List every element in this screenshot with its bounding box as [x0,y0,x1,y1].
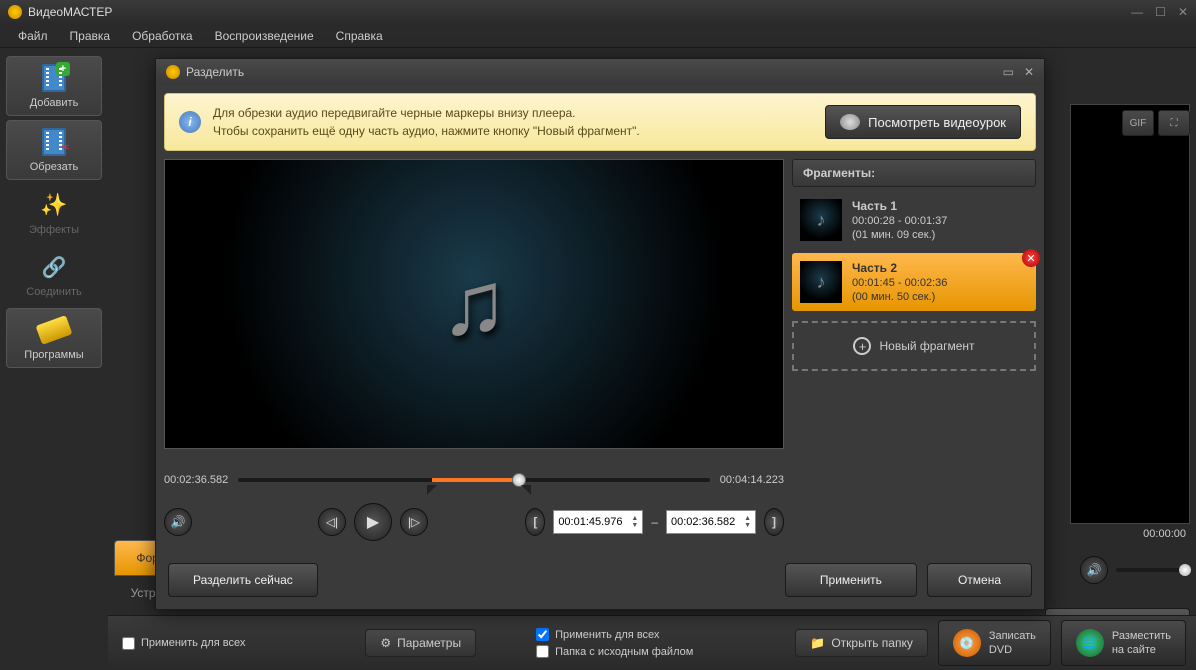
close-button[interactable]: ✕ [1178,5,1188,19]
fragment-item[interactable]: ♪ Часть 1 00:00:28 - 00:01:37 (01 мин. 0… [792,191,1036,249]
minimize-button[interactable]: — [1131,5,1143,19]
sidebar-cut-button[interactable]: ✂ Обрезать [6,120,102,180]
apply-all-left-label: Применить для всех [141,637,245,649]
menu-playback[interactable]: Воспроизведение [205,26,324,46]
sidebar-programs-button[interactable]: Программы [6,308,102,368]
music-note-icon: ♫ [440,253,508,356]
dvd-icon: 💿 [953,629,981,657]
sidebar-add-button[interactable]: + Добавить [6,56,102,116]
banner-line-2: Чтобы сохранить ещё одну часть аудио, на… [213,122,813,140]
fragment-duration: (00 мин. 50 сек.) [852,291,947,303]
film-add-icon: + [42,64,66,92]
cancel-button[interactable]: Отмена [927,563,1032,597]
film-cut-icon: ✂ [42,128,66,156]
fragments-header: Фрагменты: [792,159,1036,187]
apply-all-left-checkbox[interactable] [122,637,135,650]
sidebar-join-button[interactable]: 🔗 Соединить [6,246,102,304]
burn-dvd-button[interactable]: 💿 ЗаписатьDVD [938,620,1051,667]
timeline-marker-start[interactable] [427,485,437,495]
params-button[interactable]: ⚙ Параметры [365,629,476,657]
source-folder-label: Папка с исходным файлом [555,646,693,658]
dialog-titlebar: Разделить ▭ ✕ [156,59,1044,85]
range-dash: – [651,515,658,529]
app-title: ВидеоМАСТЕР [28,5,1131,19]
key-icon [36,315,73,345]
maximize-button[interactable]: ☐ [1155,5,1166,19]
fragment-thumb: ♪ [800,261,842,303]
new-fragment-button[interactable]: + Новый фрагмент [792,321,1036,371]
bracket-end-button[interactable]: ] [764,508,784,536]
timeline-end-time: 00:04:14.223 [720,474,784,486]
bracket-start-button[interactable]: [ [525,508,545,536]
fragment-range: 00:01:45 - 00:02:36 [852,277,947,289]
bottom-bar: Применить для всех ⚙ Параметры Применить… [108,615,1196,670]
apply-all-right-label: Применить для всех [555,629,659,641]
left-sidebar: + Добавить ✂ Обрезать ✨ Эффекты 🔗 Соедин… [0,48,108,670]
split-now-button[interactable]: Разделить сейчас [168,563,318,597]
sidebar-effects-button[interactable]: ✨ Эффекты [6,184,102,242]
fullscreen-button[interactable]: ⛶ [1158,110,1190,136]
preview-time: 00:00:00 [1143,528,1186,540]
fragment-delete-button[interactable]: ✕ [1022,249,1040,267]
sidebar-effects-label: Эффекты [29,224,79,236]
globe-icon: 🌐 [1076,629,1104,657]
timeline-playhead[interactable] [512,473,526,487]
apply-button[interactable]: Применить [785,563,917,597]
spinner-icon[interactable]: ▲▼ [631,515,638,529]
fragment-title: Часть 2 [852,261,947,275]
open-folder-button[interactable]: 📁 Открыть папку [795,629,927,657]
info-icon: i [179,111,201,133]
source-folder-checkbox[interactable] [536,645,549,658]
menu-edit[interactable]: Правка [60,26,121,46]
publish-button[interactable]: 🌐 Разместитьна сайте [1061,620,1186,667]
next-frame-button[interactable]: |▷ [400,508,428,536]
play-button[interactable]: ▶ [354,503,392,541]
range-from-input[interactable]: 00:01:45.976 ▲▼ [553,510,643,534]
fragment-item[interactable]: ♪ Часть 2 00:01:45 - 00:02:36 (00 мин. 5… [792,253,1036,311]
app-icon [8,5,22,19]
player-viewport: ♫ [164,159,784,449]
spinner-icon[interactable]: ▲▼ [744,515,751,529]
volume-slider[interactable] [1116,568,1186,572]
webcam-icon [840,114,860,130]
menu-file[interactable]: Файл [8,26,58,46]
sidebar-programs-label: Программы [24,349,83,361]
dialog-close-button[interactable]: ✕ [1024,65,1034,79]
apply-all-right-checkbox[interactable] [536,628,549,641]
menu-process[interactable]: Обработка [122,26,203,46]
effects-icon: ✨ [36,190,72,220]
prev-frame-button[interactable]: ◁| [318,508,346,536]
join-icon: 🔗 [36,252,72,282]
fragment-range: 00:00:28 - 00:01:37 [852,215,947,227]
plus-icon: + [853,337,871,355]
timeline-slider[interactable] [238,473,710,487]
sidebar-cut-label: Обрезать [30,161,79,173]
dialog-title: Разделить [186,65,997,79]
tutorial-button[interactable]: Посмотреть видеоурок [825,105,1021,139]
titlebar: ВидеоМАСТЕР — ☐ ✕ [0,0,1196,24]
info-banner: i Для обрезки аудио передвигайте черные … [164,93,1036,151]
dialog-icon [166,65,180,79]
fragment-duration: (01 мин. 09 сек.) [852,229,947,241]
volume-button[interactable]: 🔊 [1080,556,1108,584]
fragment-thumb: ♪ [800,199,842,241]
timeline-marker-end[interactable] [521,485,531,495]
preview-panel [1070,104,1190,524]
gear-icon: ⚙ [380,636,391,650]
dialog-minimize-button[interactable]: ▭ [1003,65,1014,79]
split-dialog: Разделить ▭ ✕ i Для обрезки аудио передв… [155,58,1045,610]
range-to-input[interactable]: 00:02:36.582 ▲▼ [666,510,756,534]
gif-button[interactable]: GIF [1122,110,1154,136]
timeline-start-time: 00:02:36.582 [164,474,228,486]
fragment-title: Часть 1 [852,199,947,213]
menu-help[interactable]: Справка [326,26,393,46]
sidebar-join-label: Соединить [26,286,82,298]
folder-icon: 📁 [810,636,825,650]
banner-line-1: Для обрезки аудио передвигайте черные ма… [213,104,813,122]
volume-button[interactable]: 🔊 [164,508,192,536]
menubar: Файл Правка Обработка Воспроизведение Сп… [0,24,1196,48]
sidebar-add-label: Добавить [30,97,79,109]
